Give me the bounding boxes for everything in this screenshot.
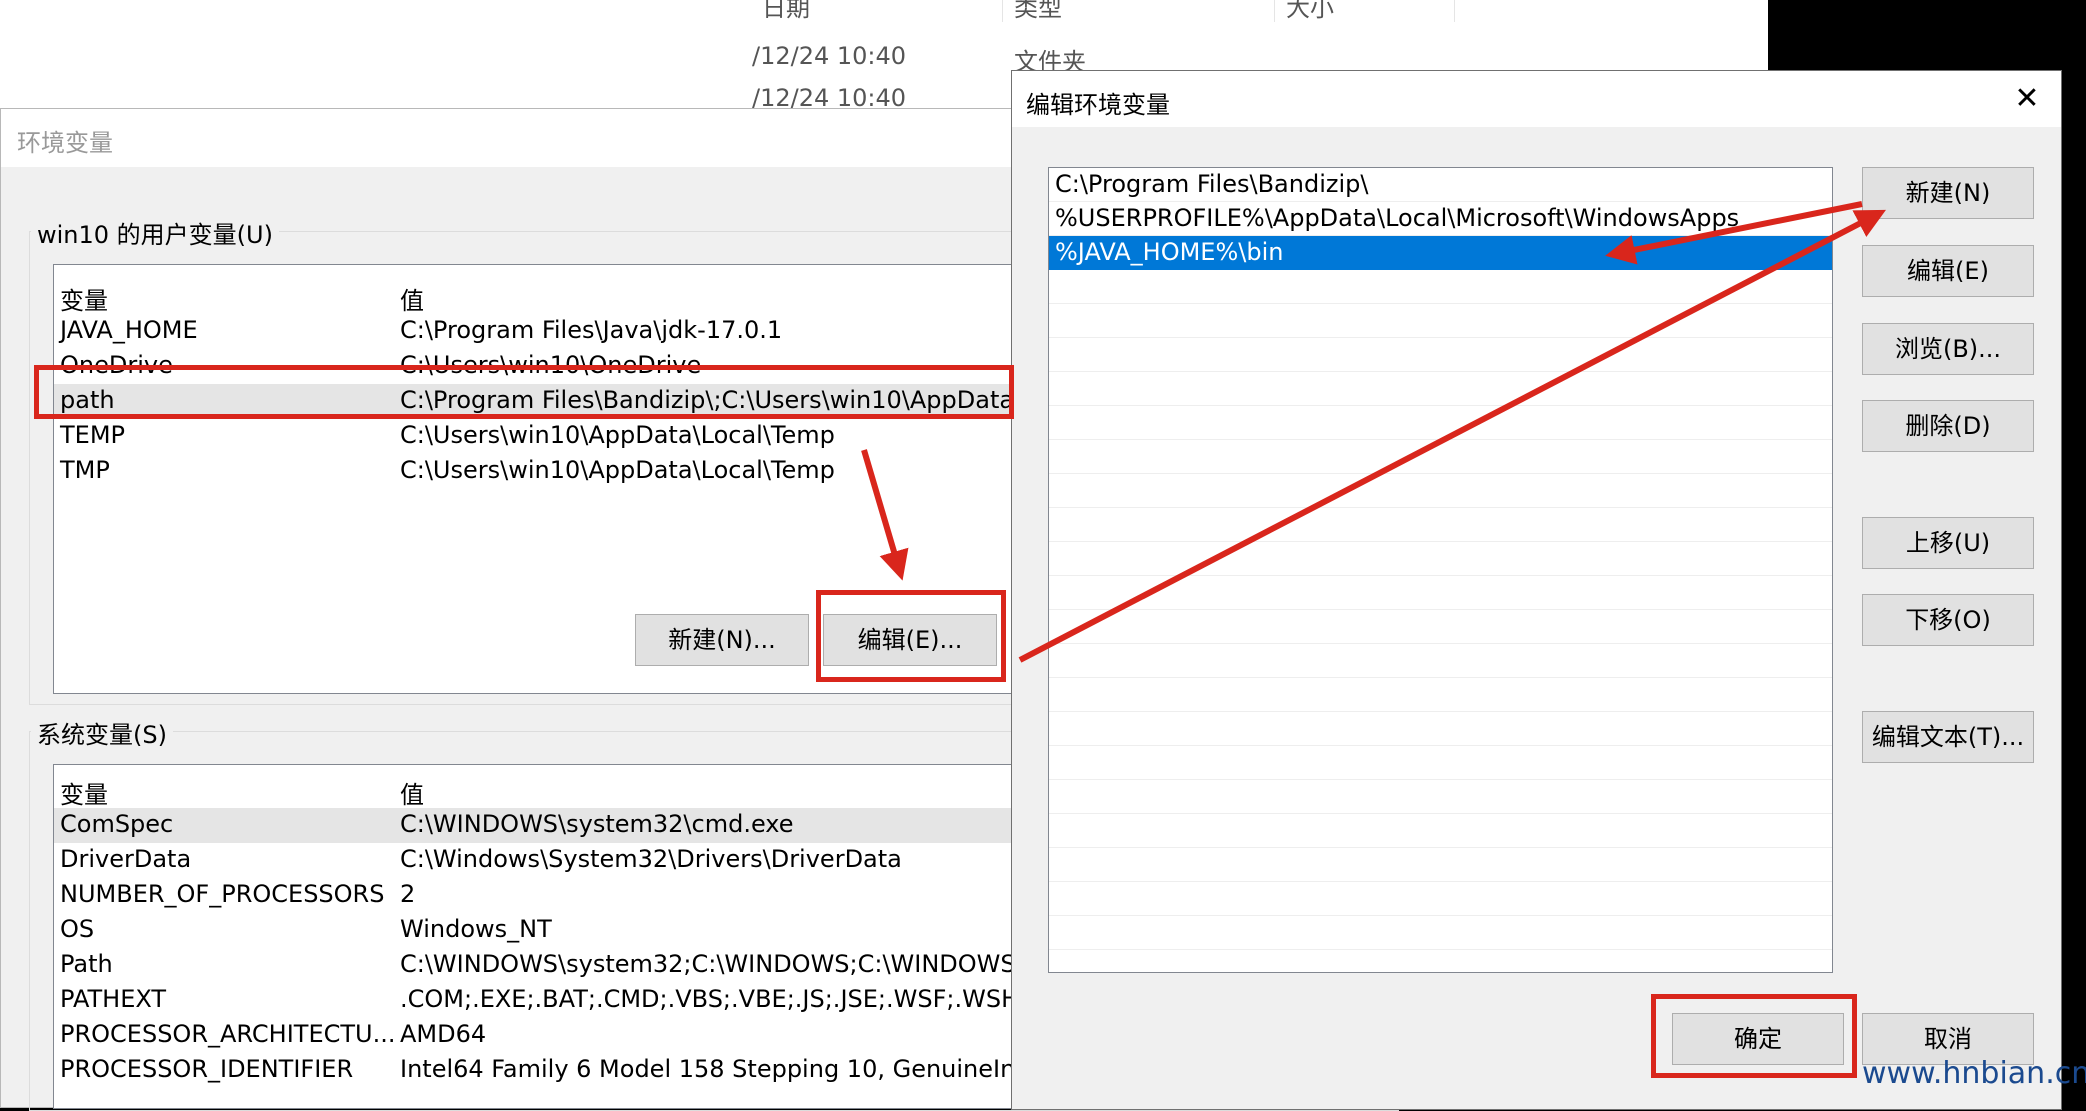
path-entry-text: %JAVA_HOME%\bin (1055, 238, 1284, 266)
empty-list-row (1049, 576, 1832, 610)
empty-list-row (1049, 746, 1832, 780)
variable-name: PROCESSOR_IDENTIFIER (60, 1055, 354, 1083)
user-variables-label: win10 的用户变量(U) (31, 215, 279, 250)
empty-list-row (1049, 848, 1832, 882)
column-header-date[interactable]: 日期 (756, 0, 1003, 22)
list-item-selected[interactable]: %JAVA_HOME%\bin (1049, 236, 1832, 270)
variable-name: DriverData (60, 845, 192, 873)
empty-list-row (1049, 270, 1832, 304)
variable-name: PROCESSOR_ARCHITECTU... (60, 1020, 396, 1048)
browse-button[interactable]: 浏览(B)... (1862, 323, 2034, 375)
ok-button[interactable]: 确定 (1672, 1013, 1844, 1065)
close-icon[interactable]: ✕ (2007, 79, 2047, 119)
empty-list-row (1049, 338, 1832, 372)
window-title: 环境变量 (17, 129, 113, 157)
empty-list-row (1049, 916, 1832, 950)
delete-button[interactable]: 删除(D) (1862, 400, 2034, 452)
variable-name: Path (60, 950, 113, 978)
variable-name: PATHEXT (60, 985, 167, 1013)
column-header-size[interactable]: 大小 (1274, 0, 1455, 22)
move-down-button[interactable]: 下移(O) (1862, 594, 2034, 646)
empty-list-row (1049, 780, 1832, 814)
empty-list-row (1049, 304, 1832, 338)
move-up-button[interactable]: 上移(U) (1862, 517, 2034, 569)
variable-value: C:\Users\win10\AppData\Local\Temp (400, 456, 835, 484)
empty-list-row (1049, 508, 1832, 542)
empty-list-row (1049, 406, 1832, 440)
variable-name: TEMP (60, 421, 126, 449)
column-header-type[interactable]: 类型 (1002, 0, 1275, 22)
edit-environment-variable-dialog: 编辑环境变量 ✕ C:\Program Files\Bandizip\ %USE… (1011, 70, 2062, 1110)
column-header-size-label: 大小 (1286, 0, 1334, 22)
path-entries-list[interactable]: C:\Program Files\Bandizip\ %USERPROFILE%… (1048, 167, 1833, 973)
column-header-variable[interactable]: 变量 (60, 775, 108, 810)
variable-value: Windows_NT (400, 915, 552, 943)
variable-value: C:\Users\win10\OneDrive (400, 351, 702, 379)
system-variables-label: 系统变量(S) (31, 715, 173, 750)
path-entry-text: %USERPROFILE%\AppData\Local\Microsoft\Wi… (1055, 204, 1740, 232)
empty-list-row (1049, 372, 1832, 406)
variable-name: TMP (60, 456, 110, 484)
path-entry-text: C:\Program Files\Bandizip\ (1055, 170, 1369, 198)
variable-value: C:\Program Files\Bandizip\;C:\Users\win1… (400, 386, 1023, 414)
column-header-variable[interactable]: 变量 (60, 281, 108, 316)
list-item[interactable]: %USERPROFILE%\AppData\Local\Microsoft\Wi… (1049, 202, 1832, 236)
edit-entry-button[interactable]: 编辑(E) (1862, 245, 2034, 297)
dialog-title-bar[interactable]: 编辑环境变量 ✕ (1012, 71, 2061, 127)
new-entry-button[interactable]: 新建(N) (1862, 167, 2034, 219)
dialog-title: 编辑环境变量 (1026, 91, 1170, 119)
column-header-type-label: 类型 (1014, 0, 1062, 22)
variable-value: AMD64 (400, 1020, 487, 1048)
variable-value: C:\Program Files\Java\jdk-17.0.1 (400, 316, 783, 344)
variable-value: C:\WINDOWS\system32\cmd.exe (400, 810, 794, 838)
empty-list-row (1049, 814, 1832, 848)
edit-text-button[interactable]: 编辑文本(T)... (1862, 711, 2034, 763)
empty-list-row (1049, 644, 1832, 678)
variable-name: OS (60, 915, 95, 943)
empty-list-row (1049, 610, 1832, 644)
empty-list-row (1049, 882, 1832, 916)
variable-value: 2 (400, 880, 416, 908)
variable-name: JAVA_HOME (60, 316, 198, 344)
variable-value: C:\Users\win10\AppData\Local\Temp (400, 421, 835, 449)
list-item[interactable]: C:\Program Files\Bandizip\ (1049, 168, 1832, 202)
variable-name: path (60, 386, 115, 414)
column-header-value[interactable]: 值 (400, 775, 424, 810)
variable-value: C:\Windows\System32\Drivers\DriverData (400, 845, 902, 873)
watermark: www.hnbian.cn (1862, 1056, 2086, 1091)
empty-list-row (1049, 712, 1832, 746)
variable-value: C:\WINDOWS\system32;C:\WINDOWS;C:\WINDOW… (400, 950, 1024, 978)
user-new-button[interactable]: 新建(N)... (635, 614, 809, 666)
user-edit-button[interactable]: 编辑(E)... (823, 614, 997, 666)
file-date-1: /12/24 10:40 (752, 42, 907, 70)
variable-name: OneDrive (60, 351, 173, 379)
variable-name: NUMBER_OF_PROCESSORS (60, 880, 385, 908)
column-header-date-label: 日期 (762, 0, 810, 22)
variable-value: .COM;.EXE;.BAT;.CMD;.VBS;.VBE;.JS;.JSE;.… (400, 985, 1071, 1013)
variable-value: Intel64 Family 6 Model 158 Stepping 10, … (400, 1055, 1047, 1083)
empty-list-row (1049, 474, 1832, 508)
variable-name: ComSpec (60, 810, 174, 838)
empty-list-row (1049, 542, 1832, 576)
column-header-value[interactable]: 值 (400, 281, 424, 316)
empty-list-row (1049, 678, 1832, 712)
empty-list-row (1049, 440, 1832, 474)
